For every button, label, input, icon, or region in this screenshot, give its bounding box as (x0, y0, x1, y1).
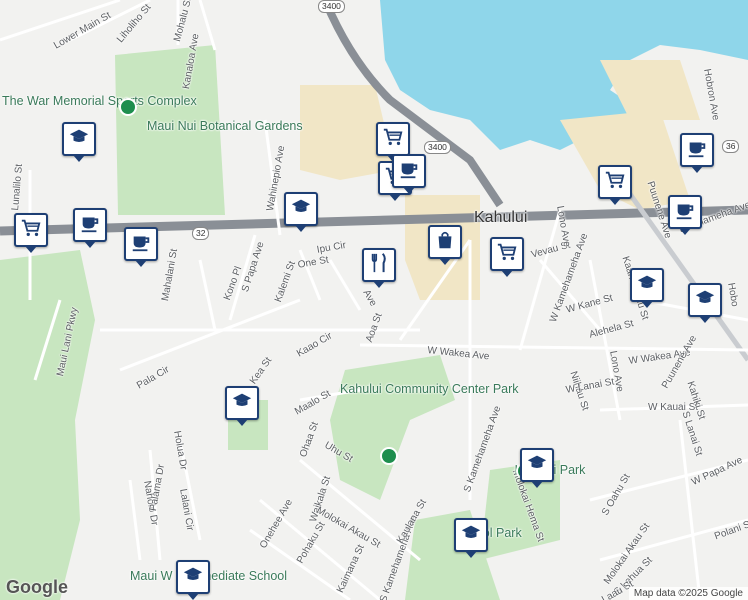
route-shield-36: 36 (722, 140, 740, 153)
label-kahului-town: Kahului (474, 209, 528, 226)
route-shield-3400: 3400 (424, 141, 451, 154)
cafe-pin[interactable] (668, 195, 702, 235)
coffee-cup-icon (79, 212, 101, 239)
school-pin[interactable] (520, 448, 554, 488)
cafe-pin[interactable] (680, 133, 714, 173)
label-botanical-gardens: Maui Nui Botanical Gardens (147, 119, 303, 133)
school-pin[interactable] (688, 283, 722, 323)
route-shield-3400-north: 3400 (318, 0, 345, 13)
park-marker-dot[interactable] (380, 447, 398, 465)
school-icon (68, 126, 90, 153)
highway-32 (0, 205, 748, 236)
grocery-cart-icon (382, 126, 404, 153)
grocery-cart-icon (604, 169, 626, 196)
school-icon (460, 522, 482, 549)
grocery-cart-icon (20, 217, 42, 244)
golf-course-park (0, 250, 95, 600)
label-community-center-park: Kahului Community Center Park (340, 382, 519, 396)
map-attribution[interactable]: Map data ©2025 Google (628, 587, 748, 600)
school-pin[interactable] (630, 268, 664, 308)
grocery-pin[interactable] (14, 213, 48, 253)
restaurant-pin[interactable] (362, 248, 396, 288)
map-canvas[interactable]: Lower Main St Liholiho St Mohalu St Kana… (0, 0, 748, 600)
coffee-cup-icon (686, 137, 708, 164)
cafe-pin[interactable] (124, 227, 158, 267)
grocery-pin[interactable] (598, 165, 632, 205)
coffee-cup-icon (398, 158, 420, 185)
shopping-pin[interactable] (428, 225, 462, 265)
cafe-pin[interactable] (392, 154, 426, 194)
coffee-cup-icon (130, 231, 152, 258)
school-icon (290, 196, 312, 223)
shopping-bag-icon (434, 229, 456, 256)
cafe-pin[interactable] (73, 208, 107, 248)
grocery-pin[interactable] (376, 122, 410, 162)
school-pin[interactable] (284, 192, 318, 232)
harbor-water (380, 0, 748, 150)
school-pin[interactable] (176, 560, 210, 600)
coffee-cup-icon (674, 199, 696, 226)
restaurant-icon (368, 252, 390, 279)
kahului-community-center-park (330, 355, 455, 500)
sports-marker-dot[interactable] (119, 98, 137, 116)
school-pin[interactable] (225, 386, 259, 426)
school-icon (526, 452, 548, 479)
grocery-cart-icon (496, 241, 518, 268)
school-pin[interactable] (454, 518, 488, 558)
route-shield-32: 32 (192, 227, 210, 240)
google-logo: Google (6, 577, 68, 597)
grocery-pin[interactable] (490, 237, 524, 277)
school-icon (182, 564, 204, 591)
school-pin[interactable] (62, 122, 96, 162)
school-icon (694, 287, 716, 314)
school-icon (636, 272, 658, 299)
school-icon (231, 390, 253, 417)
